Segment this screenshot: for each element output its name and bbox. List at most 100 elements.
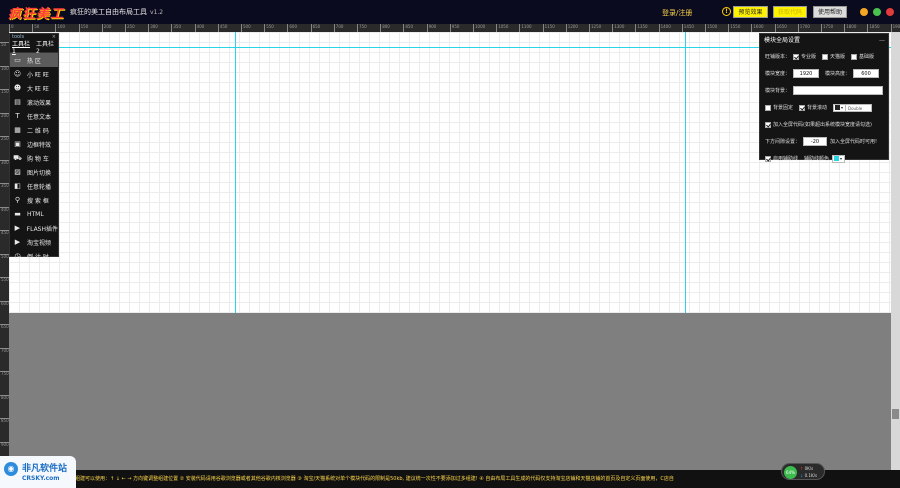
close-icon[interactable]: [886, 8, 894, 16]
maximize-icon[interactable]: [873, 8, 881, 16]
guides-color-swatch: [834, 156, 840, 161]
ruler-tick: 1400: [658, 24, 671, 32]
tool-item[interactable]: ▦ 二 维 码: [10, 123, 58, 137]
ruler-tick: 50: [0, 42, 9, 47]
tool-item[interactable]: ◧ 任意轮播: [10, 179, 58, 193]
tool-label: 图片切换: [27, 169, 52, 177]
tools-close-icon[interactable]: ×: [52, 34, 56, 41]
tool-item[interactable]: ▭ 热 区: [10, 53, 58, 67]
tool-label: 边框特效: [27, 141, 52, 149]
download-arrow-icon: ↓: [800, 473, 804, 478]
settings-header[interactable]: 模块全局设置 —: [760, 34, 888, 48]
tools-panel: tools × 工具栏1 工具栏2 ▭ 热 区 ☺ 小 旺 旺 ☻ 大 旺 旺 ▤ 滚动效果 T…: [9, 33, 59, 261]
ruler-tick: 250: [125, 24, 135, 32]
help-button[interactable]: 使用帮助: [813, 6, 847, 18]
ruler-tick: 750: [357, 24, 367, 32]
checkbox-basic-version[interactable]: [851, 53, 858, 60]
tool-item[interactable]: ☺ 小 旺 旺: [10, 67, 58, 81]
preview-button[interactable]: 预览效果: [733, 6, 768, 18]
ruler-tick: 1900: [890, 24, 900, 32]
watermark-url: CRSKY.com: [22, 475, 60, 482]
background-row: 模块背景：: [760, 82, 888, 99]
ruler-tick: 150: [0, 89, 9, 94]
tool-item[interactable]: ⚲ 搜 索 框: [10, 193, 58, 207]
ruler-tick: 600: [0, 300, 9, 306]
tool-item[interactable]: ☻ 大 旺 旺: [10, 81, 58, 95]
ruler-tick: 1100: [519, 24, 532, 32]
ruler-tick: 1850: [867, 24, 880, 32]
checkbox-bg-fixed[interactable]: [765, 104, 771, 111]
checkbox-bg-scroll[interactable]: [799, 104, 806, 111]
ruler-tick: 750: [0, 371, 9, 376]
width-input[interactable]: 1920: [793, 69, 820, 78]
basic-version-label: 基础版: [859, 54, 875, 60]
guide-line-vertical[interactable]: [235, 32, 236, 313]
ruler-tick: 1750: [821, 24, 833, 32]
settings-collapse-icon[interactable]: —: [879, 34, 885, 48]
ruler-tick: 300: [0, 159, 9, 165]
ruler-tick: 50: [32, 24, 39, 32]
ruler-tick: 400: [0, 206, 9, 212]
fullscreen-label: 加入全屏代码(如果超出系统模块宽度请勾选): [773, 122, 872, 128]
checkbox-guides[interactable]: [765, 155, 771, 162]
ruler-tick: 100: [0, 65, 9, 71]
background-input[interactable]: [793, 86, 884, 95]
tool-item[interactable]: ⛟ 购 物 车: [10, 151, 58, 165]
tool-item[interactable]: ▬ HTML: [10, 207, 58, 221]
scrollbar-thumb[interactable]: [892, 409, 899, 419]
tool-icon: ◧: [14, 182, 21, 190]
tool-item[interactable]: ▣ 边框特效: [10, 137, 58, 151]
guides-color-picker[interactable]: ▾: [832, 154, 846, 163]
checkbox-pro-version[interactable]: [793, 53, 800, 60]
tool-icon: ⛟: [13, 153, 22, 162]
tool-icon: ▶: [14, 224, 21, 232]
tool-item[interactable]: ▤ 滚动效果: [10, 95, 58, 109]
watermark-logo-icon: ◉: [4, 462, 18, 476]
guides-row: 启用辅助线 辅助线颜色 ▾: [760, 150, 888, 167]
bg-color-picker[interactable]: ▾: [833, 103, 847, 112]
ruler-tick: 550: [0, 277, 9, 282]
tool-label: 小 旺 旺: [27, 71, 49, 79]
network-percent: 64%: [784, 466, 797, 479]
checkbox-fullscreen[interactable]: [765, 121, 771, 128]
tool-label: 热 区: [27, 57, 41, 65]
tools-panel-header[interactable]: tools ×: [10, 34, 58, 41]
vertical-ruler[interactable]: 50 100 150 200 250 300 350 400 450 500 550 600 650 70…: [0, 32, 9, 480]
ruler-tick: 600: [287, 24, 297, 32]
height-input[interactable]: 600: [853, 69, 880, 78]
ruler-tick: 800: [0, 394, 9, 400]
tool-item[interactable]: ▶ 淘宝视频: [10, 235, 58, 249]
get-code-button[interactable]: 获取代码: [773, 6, 807, 18]
fullscreen-row: 加入全屏代码(如果超出系统模块宽度请勾选): [760, 116, 888, 133]
tool-item[interactable]: ▶ FLASH插件: [10, 221, 58, 235]
tool-item[interactable]: T 任意文本: [10, 109, 58, 123]
tool-label: 购 物 车: [27, 155, 49, 163]
info-icon[interactable]: !: [722, 7, 731, 16]
bg-color-text[interactable]: Double: [846, 103, 873, 112]
ruler-tick: 700: [0, 347, 9, 353]
ruler-tick: 1600: [751, 24, 764, 32]
vertical-scrollbar[interactable]: [891, 32, 900, 480]
tool-label: 大 旺 旺: [27, 85, 49, 93]
offset-input[interactable]: -20: [803, 137, 828, 146]
chevron-down-icon: ▾: [841, 105, 844, 110]
login-link[interactable]: 登录/注册: [662, 8, 692, 18]
tool-icon: ☻: [13, 84, 22, 92]
ruler-tick: 100: [55, 24, 65, 32]
upload-speed: ↑ 0K/s: [800, 466, 824, 471]
tool-item[interactable]: ▨ 图片切换: [10, 165, 58, 179]
checkbox-tmall-version[interactable]: [822, 53, 829, 60]
minimize-icon[interactable]: [860, 8, 868, 16]
ruler-tick: 350: [171, 24, 181, 32]
ruler-tick: 450: [217, 24, 227, 32]
ruler-tick: 0: [9, 24, 14, 32]
ruler-tick: 850: [0, 418, 9, 423]
network-speed-widget[interactable]: 64% ↑ 0K/s ↓ 0.1K/s: [781, 463, 825, 480]
ruler-tick: 900: [0, 441, 9, 447]
shop-version-label: 旺铺版本：: [765, 54, 791, 60]
horizontal-ruler[interactable]: 0 50 100 150 200 250 300 350 400 450 500 550 600 650 7…: [0, 24, 900, 32]
tips-ticker: 热区的组建可以使用：↑ ↓ ← → 方向键调整组建位置 ② 安装代码请用谷歌浏览…: [60, 476, 674, 482]
tool-item[interactable]: ◷ 倒 计 时: [10, 249, 58, 263]
guide-line-vertical[interactable]: [685, 32, 686, 313]
bg-color-swatch: [835, 105, 841, 110]
